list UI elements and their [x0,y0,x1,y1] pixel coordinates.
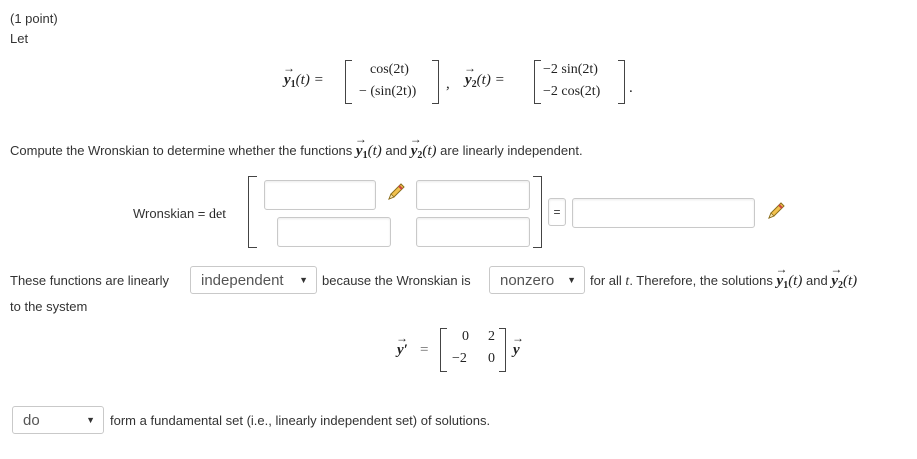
wronskian-entry-12[interactable] [416,180,530,210]
system-equals: = [420,342,429,358]
wronskian-value-select[interactable]: nonzero ▼ [489,266,585,294]
matrix-entry-21: −2 [452,351,467,366]
let-label: Let [10,31,29,46]
y1-bottom-entry: − (sin(2t)) [359,84,417,99]
fundamental-set-select[interactable]: do ▼ [12,406,104,434]
caret-down-icon: ▼ [86,415,95,425]
definition-separator: , [446,76,450,92]
wronskian-right-bracket [533,176,542,248]
caret-down-icon: ▼ [299,275,308,285]
y1-definition-label: y1(t) = [283,61,324,90]
system-left-bracket [440,328,447,372]
solutions-text: for all t. Therefore, the solutions y1(t… [590,262,857,291]
y2-definition-label: y2(t) = [464,61,505,90]
y1-top-entry: cos(2t) [370,62,409,77]
y2-top-entry: −2 sin(2t) [543,62,598,77]
to-the-system-text: to the system [10,299,88,314]
wronskian-entry-21[interactable] [277,217,391,247]
points-label: (1 point) [10,11,58,26]
y1-left-bracket [345,60,352,104]
y2-left-bracket [534,60,541,104]
system-right-bracket [499,328,506,372]
definition-period: . [629,80,633,96]
wronskian-entry-22[interactable] [416,217,530,247]
question-text: Compute the Wronskian to determine wheth… [10,132,583,161]
y2-right-bracket [618,60,625,104]
matrix-entry-12: 2 [488,329,495,344]
independence-select[interactable]: independent ▼ [190,266,317,294]
matrix-entry-22: 0 [488,351,495,366]
wronskian-left-bracket [248,176,257,248]
wronskian-entry-11[interactable] [264,180,376,210]
pencil-icon[interactable] [385,181,407,203]
system-rhs: y [512,331,523,359]
wronskian-equals: = [548,198,566,226]
caret-down-icon: ▼ [567,275,576,285]
wronskian-is-text: because the Wronskian is [322,273,471,288]
y1-right-bracket [432,60,439,104]
y2-bottom-entry: −2 cos(2t) [543,84,601,99]
fundamental-set-text: form a fundamental set (i.e., linearly i… [110,413,491,428]
matrix-entry-11: 0 [462,329,469,344]
linearly-text: These functions are linearly [10,273,169,288]
wronskian-result-input[interactable] [572,198,755,228]
system-lhs: y′ [396,331,408,359]
wronskian-label: Wronskian = det [133,206,227,222]
pencil-icon[interactable] [765,200,787,222]
